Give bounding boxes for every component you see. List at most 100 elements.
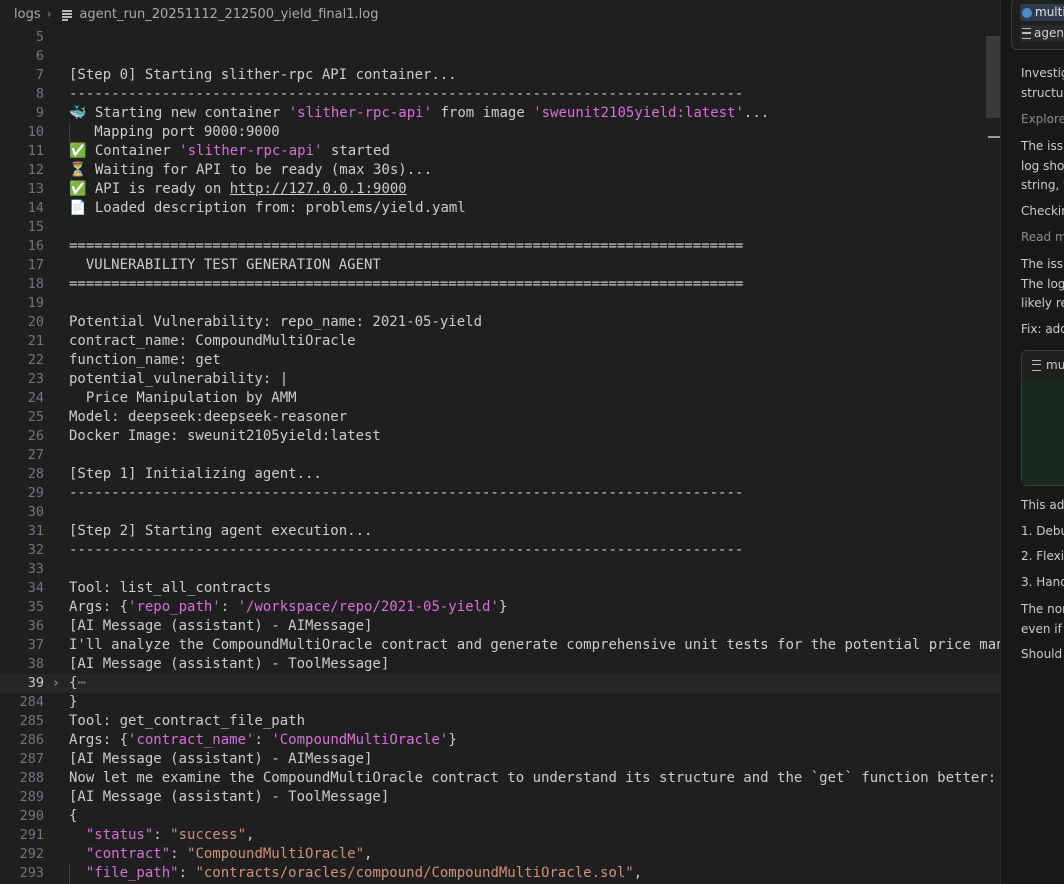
line-number: 285 bbox=[19, 713, 44, 729]
line-number: 293 bbox=[19, 865, 44, 881]
log-line[interactable]: 18 ======================================… bbox=[0, 275, 1000, 294]
line-number: 10 bbox=[27, 124, 44, 140]
log-line[interactable]: 290 { bbox=[0, 807, 1000, 826]
text-segment: ========================================… bbox=[69, 276, 744, 292]
line-text: Args: {'repo_path': '/workspace/repo/202… bbox=[69, 598, 507, 617]
log-line[interactable]: 11 ✅ Container 'slither-rpc-api' started bbox=[0, 142, 1000, 161]
string-literal: 'contract_name' bbox=[128, 732, 255, 748]
log-line[interactable]: 284} bbox=[0, 693, 1000, 712]
line-text: ----------------------------------------… bbox=[69, 484, 743, 503]
attachment-chip-label: multi bbox=[1035, 5, 1064, 19]
log-line[interactable]: 27 bbox=[0, 446, 1000, 465]
log-line[interactable]: 30 bbox=[0, 503, 1000, 522]
line-number: 290 bbox=[19, 808, 44, 824]
line-number: 34 bbox=[27, 580, 44, 596]
line-text: Args: {'contract_name': 'CompoundMultiOr… bbox=[69, 731, 457, 750]
log-line[interactable]: 287 [AI Message (assistant) - AIMessage] bbox=[0, 750, 1000, 769]
log-line[interactable]: 16 ======================================… bbox=[0, 237, 1000, 256]
log-line[interactable]: 291 "status": "success", bbox=[0, 826, 1000, 845]
breadcrumb-file[interactable]: agent_run_20251112_212500_yield_final1.l… bbox=[79, 7, 378, 22]
code-block-filename: mu bbox=[1046, 358, 1064, 372]
text-segment: Price Manipulation by AMM bbox=[69, 390, 297, 406]
breadcrumb-folder[interactable]: logs bbox=[14, 7, 41, 22]
log-line[interactable]: 288 Now let me examine the CompoundMultiO… bbox=[0, 769, 1000, 788]
line-text: Tool: list_all_contracts bbox=[69, 579, 271, 598]
log-line[interactable]: 37 I'll analyze the CompoundMultiOracle c… bbox=[0, 636, 1000, 655]
text-segment: [Step 0] Starting slither-rpc API contai… bbox=[69, 67, 457, 83]
log-line[interactable]: 286 Args: {'contract_name': 'CompoundMult… bbox=[0, 731, 1000, 750]
line-text: ----------------------------------------… bbox=[69, 85, 743, 104]
log-line[interactable]: 23 potential_vulnerability: | bbox=[0, 370, 1000, 389]
line-number: 13 bbox=[27, 181, 44, 197]
indent-guide bbox=[69, 864, 70, 884]
log-line[interactable]: 293 "file_path": "contracts/oracles/comp… bbox=[0, 864, 1000, 883]
log-line[interactable]: 14 📄 Loaded description from: problems/yi… bbox=[0, 199, 1000, 218]
code-block-header: mu bbox=[1022, 351, 1064, 380]
text-segment: started bbox=[322, 143, 390, 159]
log-line[interactable]: 15 bbox=[0, 218, 1000, 237]
log-line[interactable]: 7 [Step 0] Starting slither-rpc API conta… bbox=[0, 66, 1000, 85]
fold-chevron-icon[interactable]: › bbox=[52, 674, 60, 693]
log-line[interactable]: 13 ✅ API is ready on http://127.0.0.1:900… bbox=[0, 180, 1000, 199]
log-line[interactable]: 19 bbox=[0, 294, 1000, 313]
line-text: function_name: get bbox=[69, 351, 221, 370]
log-line[interactable]: 34 Tool: list_all_contracts bbox=[0, 579, 1000, 598]
line-number: 19 bbox=[27, 295, 44, 311]
log-line[interactable]: 33 bbox=[0, 560, 1000, 579]
string-literal: 'slither-rpc-api' bbox=[179, 143, 323, 159]
punctuation: , bbox=[633, 865, 643, 881]
log-line[interactable]: 25 Model: deepseek:deepseek-reasoner bbox=[0, 408, 1000, 427]
text-segment: Now let me examine the CompoundMultiOrac… bbox=[69, 770, 997, 786]
chat-panel: multi agent Investig structu Explore The… bbox=[1001, 0, 1064, 884]
line-number: 37 bbox=[27, 637, 44, 653]
log-line[interactable]: 28 [Step 1] Initializing agent... bbox=[0, 465, 1000, 484]
line-number: 22 bbox=[27, 352, 44, 368]
code-edit-block[interactable]: mu bbox=[1021, 350, 1064, 486]
line-number: 8 bbox=[35, 86, 44, 102]
log-line[interactable]: 38 [AI Message (assistant) - ToolMessage] bbox=[0, 655, 1000, 674]
text-segment: [Step 2] Starting agent execution... bbox=[69, 523, 373, 539]
log-line[interactable]: 32 --------------------------------------… bbox=[0, 541, 1000, 560]
log-line[interactable]: 5 bbox=[0, 28, 1000, 47]
json-string: "success" bbox=[170, 827, 247, 843]
log-line[interactable]: 20 Potential Vulnerability: repo_name: 20… bbox=[0, 313, 1000, 332]
line-number: 14 bbox=[27, 200, 44, 216]
log-line[interactable]: 29 --------------------------------------… bbox=[0, 484, 1000, 503]
url-link[interactable]: http://127.0.0.1:9000 bbox=[230, 181, 407, 197]
line-number: 9 bbox=[35, 105, 44, 121]
log-line[interactable]: 35 Args: {'repo_path': '/workspace/repo/2… bbox=[0, 598, 1000, 617]
log-line[interactable]: 36 [AI Message (assistant) - AIMessage] bbox=[0, 617, 1000, 636]
attachment-chip-python[interactable]: multi bbox=[1020, 4, 1064, 21]
log-line[interactable]: 10 Mapping port 9000:9000 bbox=[0, 123, 1000, 142]
log-line[interactable]: 289 [AI Message (assistant) - ToolMessage… bbox=[0, 788, 1000, 807]
log-line[interactable]: 31 [Step 2] Starting agent execution... bbox=[0, 522, 1000, 541]
attachment-chip-log[interactable]: agent bbox=[1020, 25, 1064, 42]
line-number: 33 bbox=[27, 561, 44, 577]
chat-text: string, v bbox=[1021, 178, 1064, 192]
line-text: 🐳 Starting new container 'slither-rpc-ap… bbox=[69, 104, 769, 123]
log-line[interactable]: 12 ⏳ Waiting for API to be ready (max 30s… bbox=[0, 161, 1000, 180]
log-line[interactable]: 39 › {⋯ bbox=[0, 674, 1000, 693]
line-text: contract_name: CompoundMultiOracle bbox=[69, 332, 356, 351]
log-line[interactable]: 6 bbox=[0, 47, 1000, 66]
log-line[interactable]: 285 Tool: get_contract_file_path bbox=[0, 712, 1000, 731]
log-line[interactable]: 22 function_name: get bbox=[0, 351, 1000, 370]
log-line[interactable]: 24 Price Manipulation by AMM bbox=[0, 389, 1000, 408]
log-line[interactable]: 8 ---------------------------------------… bbox=[0, 85, 1000, 104]
line-number: 291 bbox=[19, 827, 44, 843]
text-segment: 🐳 Starting new container bbox=[69, 105, 289, 121]
editor-scrollbar-thumb[interactable] bbox=[986, 36, 1000, 118]
text-segment: [AI Message (assistant) - AIMessage] bbox=[69, 751, 373, 767]
punctuation: : bbox=[170, 846, 188, 862]
log-line[interactable]: 9 🐳 Starting new container 'slither-rpc-a… bbox=[0, 104, 1000, 123]
log-line[interactable]: 21 contract_name: CompoundMultiOracle bbox=[0, 332, 1000, 351]
tool-step-read[interactable]: Read m bbox=[1021, 230, 1064, 244]
line-text: {⋯ bbox=[69, 674, 86, 693]
log-line[interactable]: 26 Docker Image: sweunit2105yield:latest bbox=[0, 427, 1000, 446]
log-editor[interactable]: 5 6 7 [Step 0] Starting slither-rpc API con… bbox=[0, 28, 1000, 884]
tool-step-explored[interactable]: Explore bbox=[1021, 112, 1064, 126]
line-number: 38 bbox=[27, 656, 44, 672]
log-line[interactable]: 17 VULNERABILITY TEST GENERATION AGENT bbox=[0, 256, 1000, 275]
log-line[interactable]: 292 "contract": "CompoundMultiOracle", bbox=[0, 845, 1000, 864]
text-segment: ⏳ Waiting for API to be ready (max 30s).… bbox=[69, 162, 433, 178]
